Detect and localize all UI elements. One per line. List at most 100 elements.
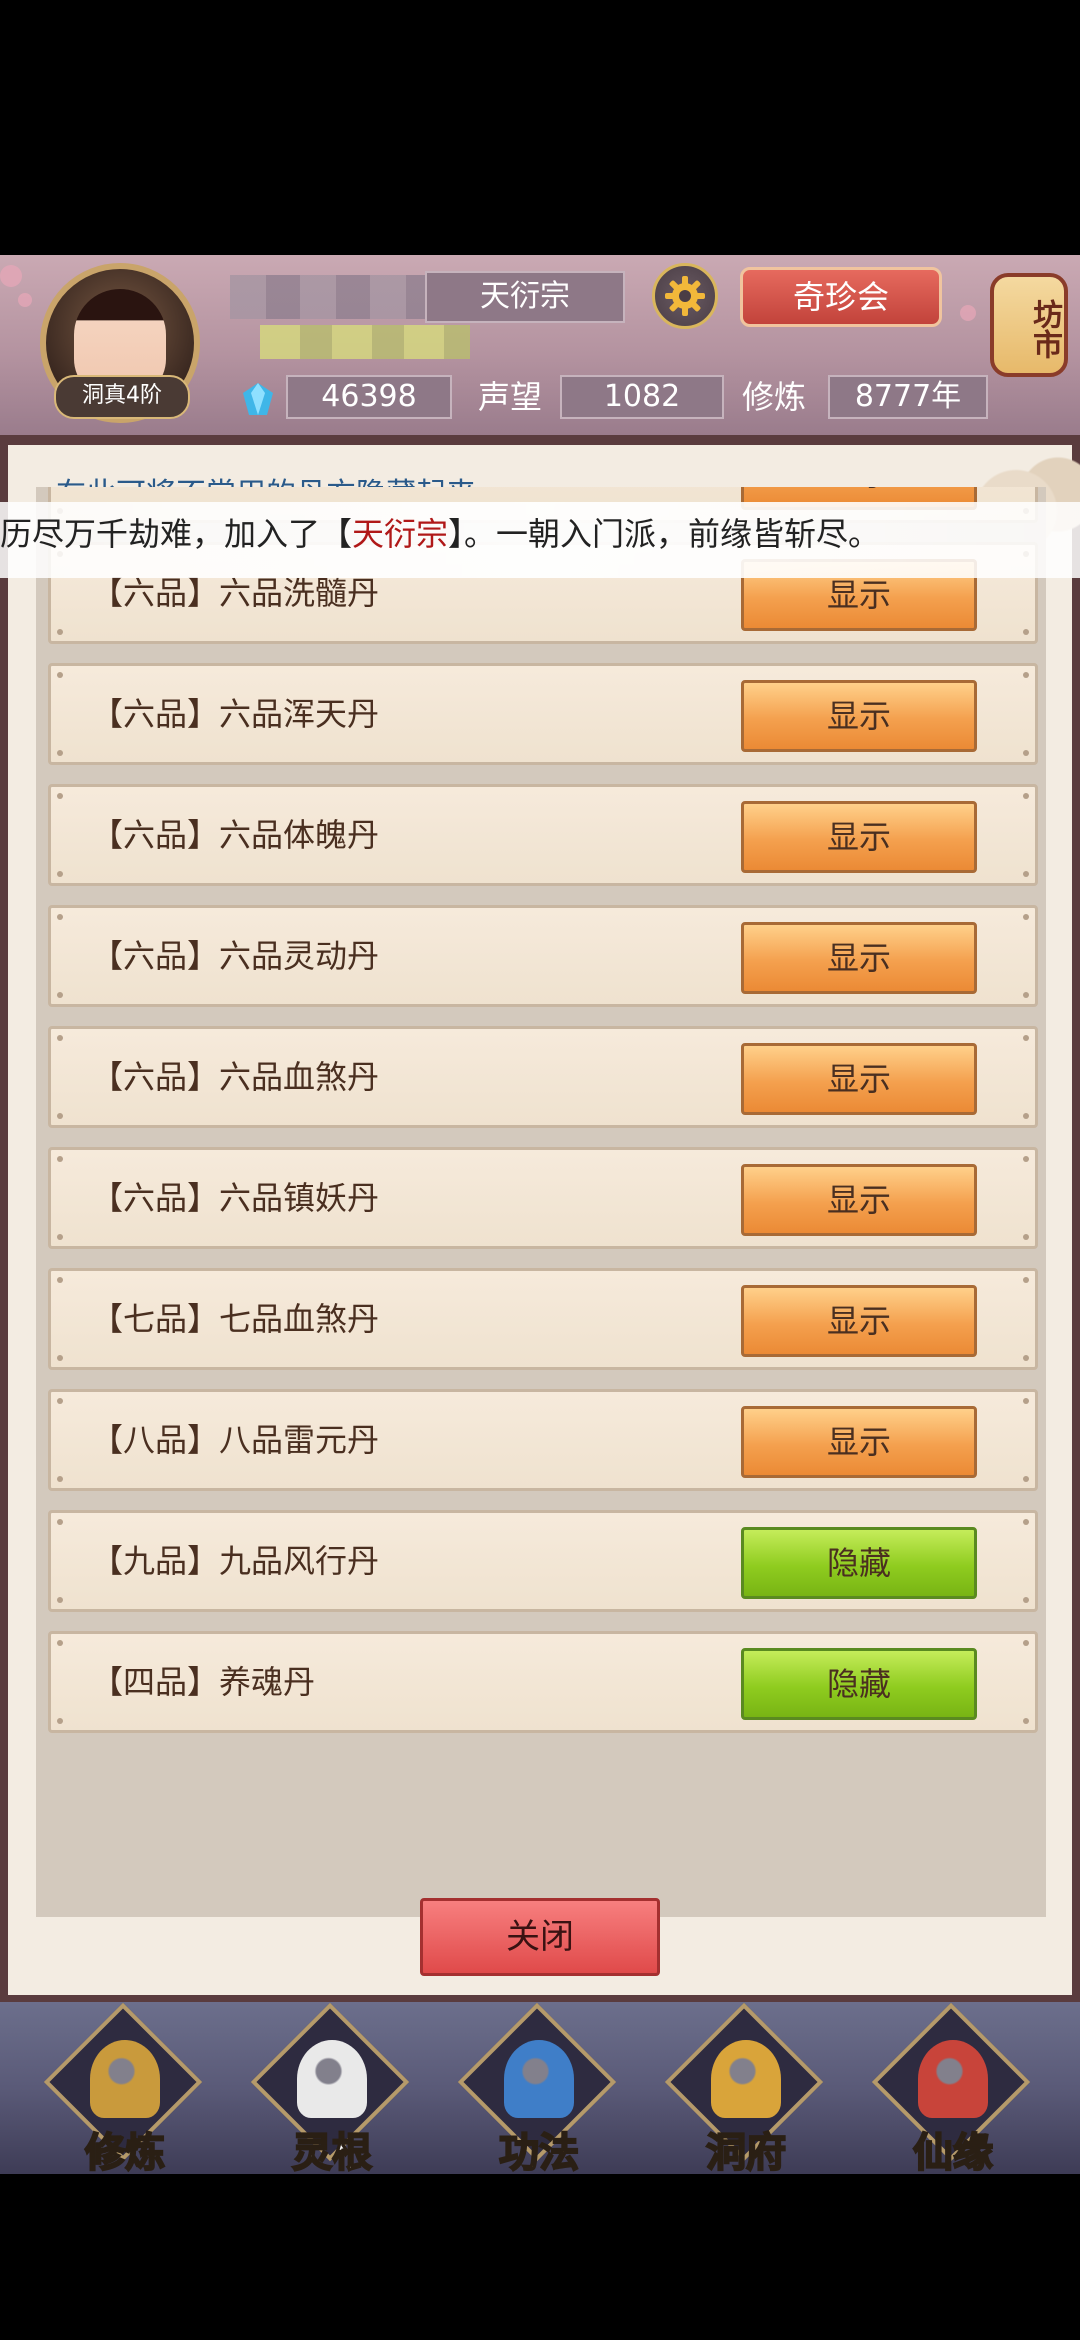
row-corner-rivet [1023,992,1029,998]
row-corner-rivet [57,1597,63,1603]
sect-name: 天衍宗 [425,271,625,323]
show-button[interactable]: 显示 [741,801,977,873]
row-corner-rivet [57,1277,63,1283]
row-corner-rivet [57,1718,63,1724]
nav-label: 仙缘 [912,2129,994,2177]
nav-label: 洞府 [705,2129,787,2177]
row-corner-rivet [1023,793,1029,799]
show-button[interactable]: 显示 [741,1043,977,1115]
recipe-row: 【六品】六品镇妖丹 显示 [48,1147,1038,1249]
row-corner-rivet [57,1113,63,1119]
row-corner-rivet [57,1398,63,1404]
recipe-row: 【六品】六品体魄丹 显示 [48,784,1038,886]
row-corner-rivet [1023,1519,1029,1525]
recipe-name: 【六品】六品灵动丹 [91,937,380,975]
row-corner-rivet [57,871,63,877]
nav-label: 功法 [498,2129,580,2177]
nav-item[interactable]: 功法 [454,2002,624,2177]
show-button[interactable]: 显示 [741,922,977,994]
marquee-sect-highlight: 天衍宗 [352,515,449,553]
top-status-bar: 洞真4阶 天衍宗 奇珍会 坊市 46398 声望 1082 修炼 8777年 [0,255,1080,435]
spirit-stone-icon [243,383,273,415]
player-name-blurred [230,275,440,319]
row-corner-rivet [57,1156,63,1162]
row-corner-rivet [1023,1597,1029,1603]
book-icon [504,2040,574,2118]
panel-body: 在此可将不常用的丹方隐藏起来 【五品】五品镇妖丹显示【六品】六品洗髓丹显示【六品… [8,445,1080,1995]
row-corner-rivet [1023,1277,1029,1283]
nav-item[interactable]: 洞府 [661,2002,831,2177]
recipe-row: 【六品】六品灵动丹 显示 [48,905,1038,1007]
reputation-label: 声望 [478,378,543,416]
row-corner-rivet [1023,1113,1029,1119]
row-corner-rivet [1023,1156,1029,1162]
market-lantern-label: 坊市 [990,273,1068,377]
row-corner-rivet [57,1640,63,1646]
row-corner-rivet [1023,914,1029,920]
recipe-row: 【七品】七品血煞丹 显示 [48,1268,1038,1370]
show-button[interactable]: 显示 [741,680,977,752]
nav-item[interactable]: 灵根 [247,2002,417,2177]
row-corner-rivet [1023,1476,1029,1482]
show-button[interactable]: 显示 [741,1406,977,1478]
row-corner-rivet [57,1476,63,1482]
row-corner-rivet [57,914,63,920]
recipe-row: 【八品】八品雷元丹 显示 [48,1389,1038,1491]
close-button[interactable]: 关闭 [420,1898,660,1976]
row-corner-rivet [1023,1234,1029,1240]
recipe-row: 【六品】六品浑天丹 显示 [48,663,1038,765]
recipe-name: 【六品】六品血煞丹 [91,1058,380,1096]
announcement-marquee: 历尽万千劫难，加入了【天衍宗】。一朝入门派，前缘皆斩尽。 [0,502,1080,578]
row-corner-rivet [1023,672,1029,678]
yin-yang-sword-icon [297,2040,367,2118]
recipe-name: 【六品】六品浑天丹 [91,695,380,733]
recipe-name: 【六品】六品镇妖丹 [91,1179,380,1217]
row-corner-rivet [1023,1398,1029,1404]
spirit-stones-value: 46398 [286,375,452,419]
nav-label: 修炼 [84,2129,166,2177]
nav-item[interactable]: 仙缘 [868,2002,1038,2177]
row-corner-rivet [1023,1355,1029,1361]
row-corner-rivet [57,672,63,678]
gourd-icon [918,2040,988,2118]
reputation-value: 1082 [560,375,724,419]
hide-button[interactable]: 隐藏 [741,1648,977,1720]
recipe-name: 【四品】养魂丹 [91,1663,316,1701]
row-corner-rivet [1023,629,1029,635]
marquee-text-before: 历尽万千劫难，加入了【 [0,515,353,553]
recipe-list[interactable]: 【五品】五品镇妖丹显示【六品】六品洗髓丹显示【六品】六品浑天丹显示【六品】六品体… [36,487,1046,1917]
cultivation-label: 修炼 [742,378,807,416]
row-corner-rivet [1023,750,1029,756]
row-corner-rivet [1023,1718,1029,1724]
settings-button[interactable] [652,263,718,329]
player-title-blurred [260,325,470,359]
recipe-name: 【九品】九品风行丹 [91,1542,380,1580]
nav-item[interactable]: 修炼 [40,2002,210,2177]
recipe-row: 【六品】六品血煞丹 显示 [48,1026,1038,1128]
show-button[interactable]: 显示 [741,1285,977,1357]
gear-icon [665,276,705,316]
row-corner-rivet [57,1035,63,1041]
market-button[interactable]: 坊市 [990,255,1070,395]
row-corner-rivet [57,793,63,799]
hide-button[interactable]: 隐藏 [741,1527,977,1599]
cultivation-value: 8777年 [828,375,988,419]
row-corner-rivet [57,1519,63,1525]
row-corner-rivet [57,1355,63,1361]
marquee-text-after: 】。一朝入门派，前缘皆斩尽。 [448,515,881,553]
recipe-name: 【八品】八品雷元丹 [91,1421,380,1459]
recipe-name: 【七品】七品血煞丹 [91,1300,380,1338]
treasure-auction-button[interactable]: 奇珍会 [740,267,942,327]
show-button[interactable]: 显示 [741,1164,977,1236]
pagoda-icon [711,2040,781,2118]
rank-badge: 洞真4阶 [54,375,190,419]
row-corner-rivet [57,629,63,635]
row-corner-rivet [57,992,63,998]
row-corner-rivet [57,1234,63,1240]
recipe-name: 【六品】六品体魄丹 [91,816,380,854]
nav-label: 灵根 [291,2129,373,2177]
recipe-row: 【四品】养魂丹 隐藏 [48,1631,1038,1733]
row-corner-rivet [57,750,63,756]
row-corner-rivet [1023,1640,1029,1646]
recipe-visibility-panel: 在此可将不常用的丹方隐藏起来 【五品】五品镇妖丹显示【六品】六品洗髓丹显示【六品… [0,435,1080,2002]
